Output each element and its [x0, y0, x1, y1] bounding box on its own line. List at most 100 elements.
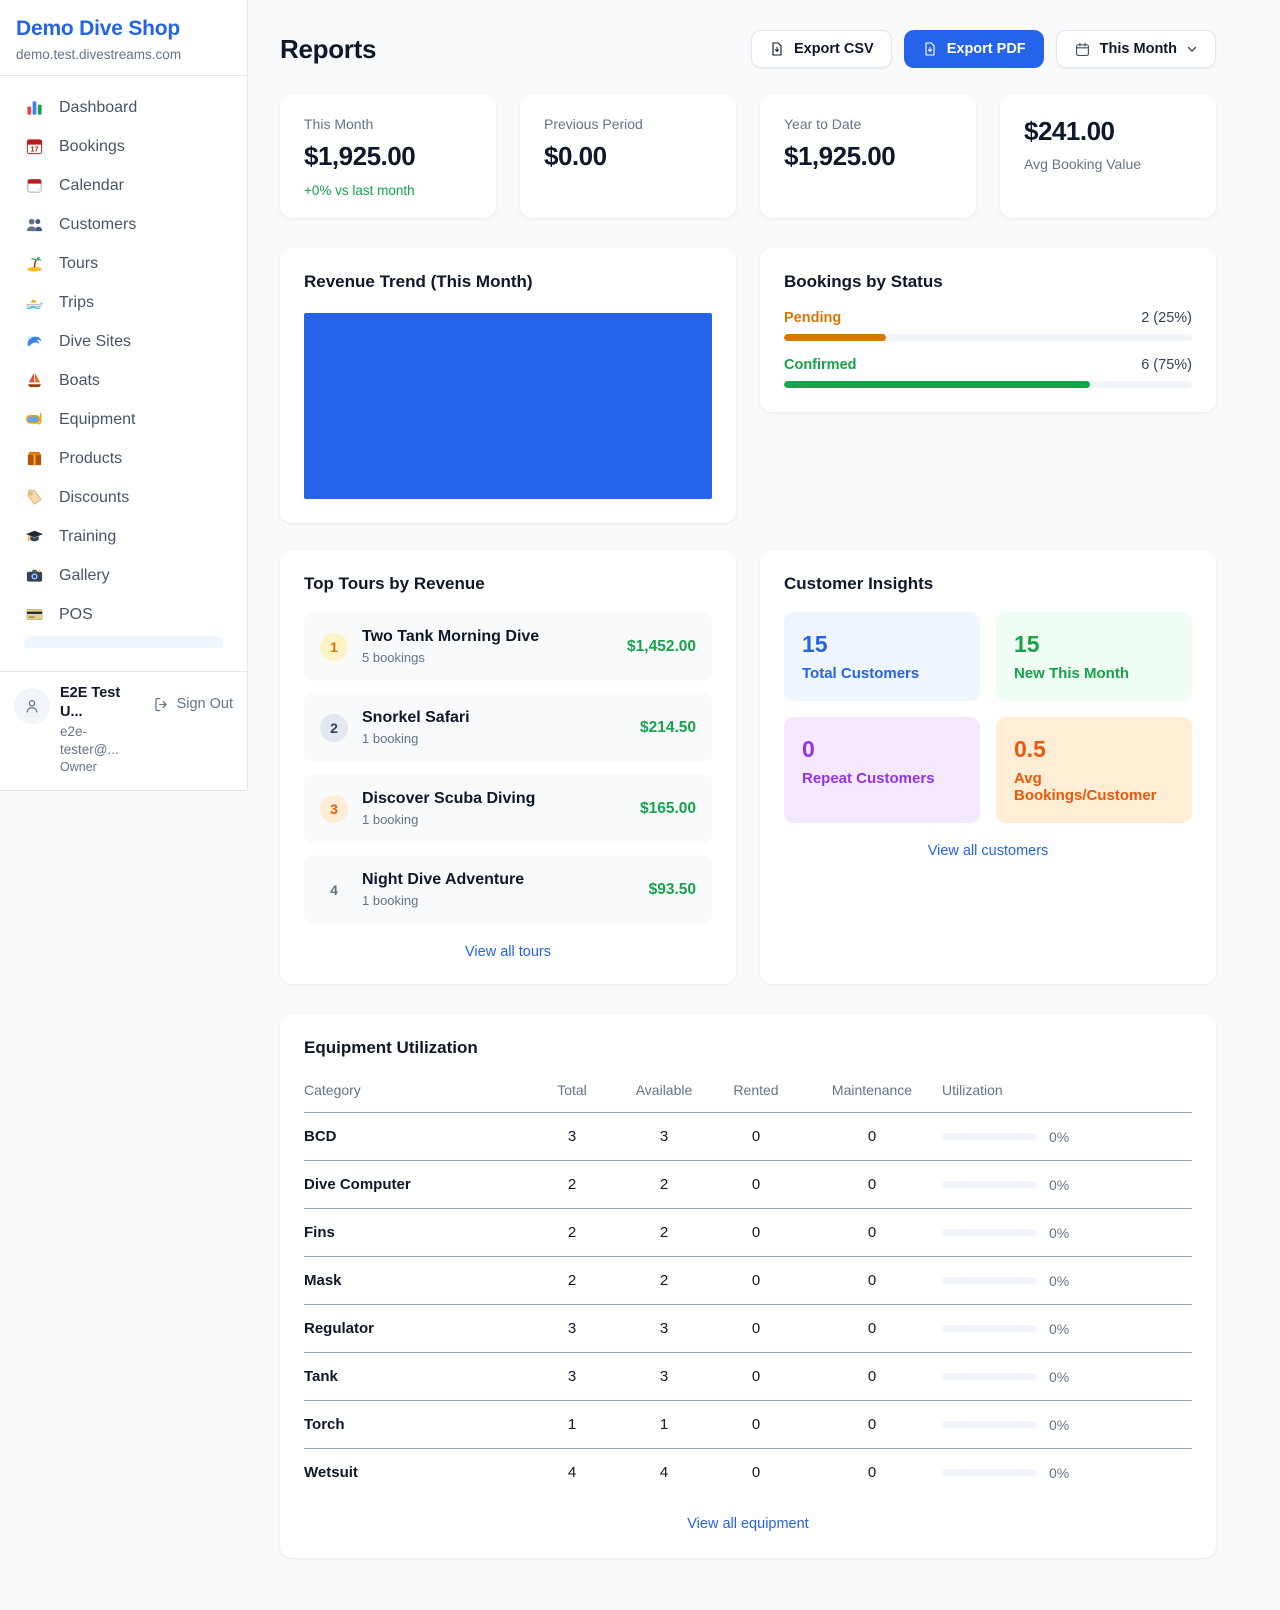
tour-row: 2 Snorkel Safari 1 booking $214.50	[304, 693, 712, 762]
sidebar-item-label: Products	[59, 450, 122, 468]
user-meta: E2E Test U... e2e-tester@... Owner	[60, 684, 143, 776]
progress-fill	[784, 334, 886, 341]
table-row: BCD 3 3 0 0 0%	[304, 1113, 1192, 1161]
export-csv-button[interactable]: Export CSV	[751, 30, 892, 68]
cell-rented: 0	[710, 1161, 802, 1209]
person-icon	[23, 697, 41, 715]
brand-domain: demo.test.divestreams.com	[16, 47, 231, 62]
utilization-percent: 0%	[1049, 1465, 1069, 1481]
sidebar-item-training[interactable]: Training	[12, 517, 235, 556]
bookings-by-status-panel: Bookings by Status Pending 2 (25%) Confi…	[760, 248, 1216, 412]
cell-maintenance: 0	[802, 1209, 942, 1257]
stat-card-this-month: This Month $1,925.00 +0% vs last month	[280, 94, 496, 218]
chevron-down-icon	[1186, 43, 1198, 55]
sidebar-item-tours[interactable]: Tours	[12, 244, 235, 283]
tile-value: 15	[802, 631, 962, 658]
cell-available: 3	[618, 1113, 710, 1161]
stat-label: Year to Date	[784, 116, 952, 132]
utilization-track	[942, 1421, 1037, 1428]
sidebar-item-calendar[interactable]: Calendar	[12, 166, 235, 205]
column-header-total: Total	[526, 1070, 618, 1113]
tour-name: Snorkel Safari	[362, 709, 470, 727]
stat-label: This Month	[304, 116, 472, 132]
table-row: Regulator 3 3 0 0 0%	[304, 1305, 1192, 1353]
sidebar-item-equipment[interactable]: Equipment	[12, 400, 235, 439]
view-all-tours-link[interactable]: View all tours	[304, 944, 712, 960]
utilization-track	[942, 1469, 1037, 1476]
sidebar-item-customers[interactable]: Customers	[12, 205, 235, 244]
cell-category: Regulator	[304, 1305, 526, 1353]
sidebar-item-pos[interactable]: POS	[12, 595, 235, 634]
page-header: Reports Export CSV Export PDF This Month	[280, 30, 1216, 68]
sidebar-item-label: Training	[59, 528, 116, 546]
table-row: Tank 3 3 0 0 0%	[304, 1353, 1192, 1401]
cell-rented: 0	[710, 1449, 802, 1497]
utilization-track	[942, 1133, 1037, 1140]
equipment-utilization-panel: Equipment Utilization Category Total Ava…	[280, 1014, 1216, 1558]
sidebar-item-boats[interactable]: Boats	[12, 361, 235, 400]
avatar	[14, 688, 50, 724]
discounts-icon	[24, 488, 44, 508]
tile-label: Repeat Customers	[802, 770, 962, 787]
utilization-percent: 0%	[1049, 1321, 1069, 1337]
cell-available: 2	[618, 1161, 710, 1209]
revenue-trend-chart	[304, 313, 712, 499]
view-all-equipment-link[interactable]: View all equipment	[304, 1516, 1192, 1532]
export-pdf-label: Export PDF	[947, 41, 1026, 57]
user-email: e2e-tester@...	[60, 723, 143, 759]
utilization-track	[942, 1277, 1037, 1284]
stat-card-avg-booking-value: $241.00 Avg Booking Value	[1000, 94, 1216, 218]
cell-available: 3	[618, 1353, 710, 1401]
header-actions: Export CSV Export PDF This Month	[751, 30, 1216, 68]
cell-rented: 0	[710, 1257, 802, 1305]
sidebar-item-label: Dashboard	[59, 99, 137, 117]
equipment-table: Category Total Available Rented Maintena…	[304, 1070, 1192, 1496]
sidebar-item-bookings[interactable]: 17 Bookings	[12, 127, 235, 166]
cell-category: Torch	[304, 1401, 526, 1449]
sidebar-item-trips[interactable]: Trips	[12, 283, 235, 322]
period-label: This Month	[1100, 41, 1177, 57]
cell-total: 1	[526, 1401, 618, 1449]
user-footer: E2E Test U... e2e-tester@... Owner Sign …	[0, 671, 247, 790]
insight-tile-total-customers: 15 Total Customers	[784, 612, 980, 701]
sidebar-item-gallery[interactable]: Gallery	[12, 556, 235, 595]
training-icon	[24, 527, 44, 547]
sidebar-item-dive-sites[interactable]: Dive Sites	[12, 322, 235, 361]
customer-insights-panel: Customer Insights 15 Total Customers 15 …	[760, 550, 1216, 984]
cell-total: 2	[526, 1209, 618, 1257]
export-pdf-button[interactable]: Export PDF	[904, 30, 1044, 68]
tour-info: Snorkel Safari 1 booking	[362, 709, 470, 746]
stat-value: $1,925.00	[304, 141, 472, 172]
period-dropdown[interactable]: This Month	[1056, 30, 1216, 68]
sidebar-item-reports-partial[interactable]	[24, 636, 223, 648]
utilization-cell: 0%	[942, 1225, 1192, 1241]
progress-fill	[784, 381, 1090, 388]
sidebar-item-dashboard[interactable]: Dashboard	[12, 88, 235, 127]
stat-label: Previous Period	[544, 116, 712, 132]
view-all-customers-link[interactable]: View all customers	[784, 843, 1192, 859]
insights-row: Top Tours by Revenue 1 Two Tank Morning …	[280, 550, 1216, 984]
tour-info: Night Dive Adventure 1 booking	[362, 871, 524, 908]
equipment-icon	[24, 410, 44, 430]
insight-tile-avg-bookings: 0.5 Avg Bookings/Customer	[996, 717, 1192, 823]
cell-category: Mask	[304, 1257, 526, 1305]
table-row: Mask 2 2 0 0 0%	[304, 1257, 1192, 1305]
sign-out-button[interactable]: Sign Out	[153, 696, 233, 713]
sidebar-item-products[interactable]: Products	[12, 439, 235, 478]
utilization-cell: 0%	[942, 1321, 1192, 1337]
tour-bookings: 5 bookings	[362, 650, 539, 665]
pos-icon	[24, 605, 44, 625]
cell-available: 2	[618, 1257, 710, 1305]
cell-rented: 0	[710, 1209, 802, 1257]
cell-available: 1	[618, 1401, 710, 1449]
insight-tile-repeat-customers: 0 Repeat Customers	[784, 717, 980, 823]
tour-info: Two Tank Morning Dive 5 bookings	[362, 628, 539, 665]
svg-text:17: 17	[30, 145, 38, 153]
utilization-cell: 0%	[942, 1417, 1192, 1433]
tile-label: New This Month	[1014, 665, 1174, 682]
progress-track	[784, 334, 1192, 341]
sidebar-item-discounts[interactable]: Discounts	[12, 478, 235, 517]
tile-label: Total Customers	[802, 665, 962, 682]
brand-name: Demo Dive Shop	[16, 17, 231, 41]
rank-badge: 4	[320, 876, 348, 904]
